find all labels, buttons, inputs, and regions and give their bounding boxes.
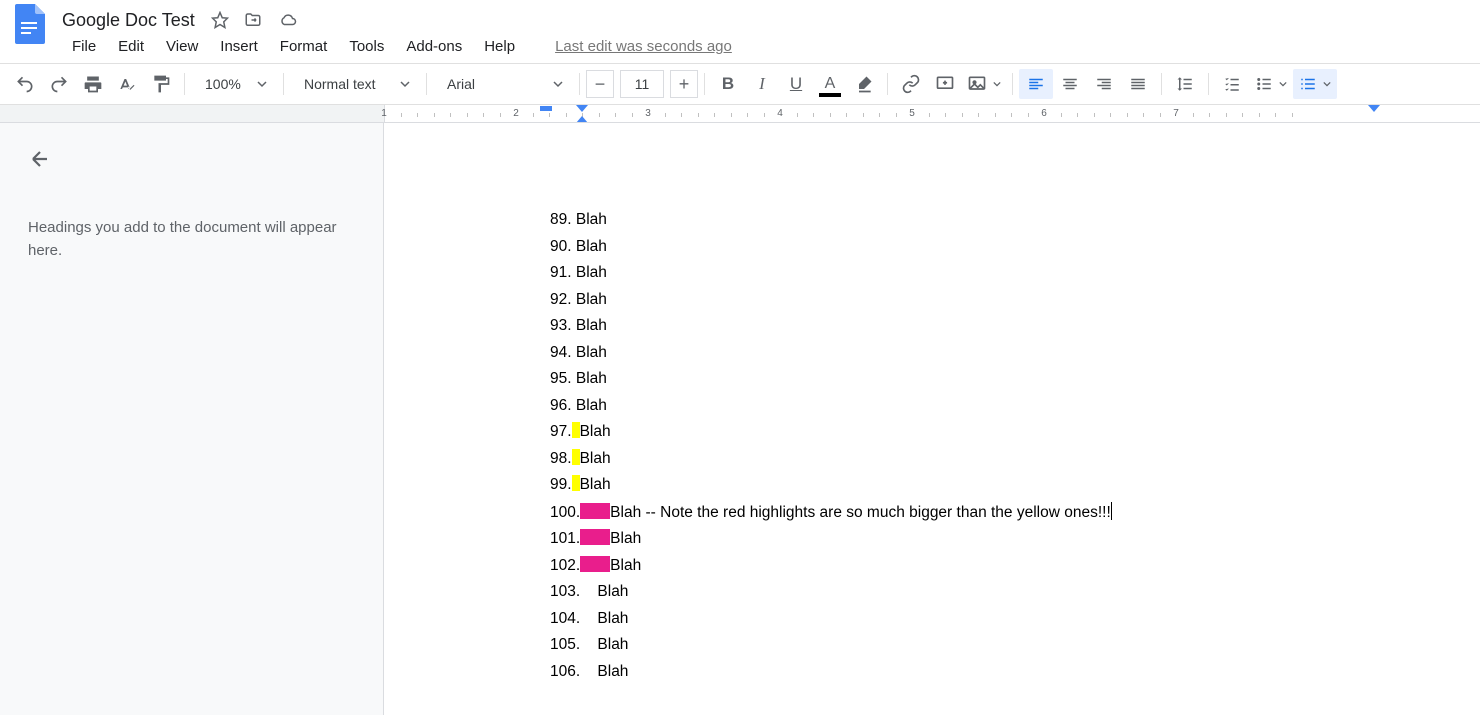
document-line[interactable]: 93. Blah — [550, 313, 1480, 340]
align-right-button[interactable] — [1087, 69, 1121, 99]
print-button[interactable] — [76, 69, 110, 99]
highlight-yellow — [572, 422, 580, 438]
paragraph-style-value: Normal text — [304, 76, 376, 92]
document-line[interactable]: 102.Blah — [550, 553, 1480, 580]
zoom-select[interactable]: 100% — [191, 69, 277, 99]
chevron-down-icon — [993, 80, 1001, 88]
document-line[interactable]: 100.Blah -- Note the red highlights are … — [550, 499, 1480, 527]
font-value: Arial — [447, 76, 475, 92]
font-select[interactable]: Arial — [433, 69, 573, 99]
ruler-number: 1 — [381, 108, 387, 119]
chevron-down-icon — [257, 79, 267, 89]
highlight-red — [580, 556, 610, 572]
italic-button[interactable]: I — [745, 69, 779, 99]
document-line[interactable]: 106. Blah — [550, 659, 1480, 686]
last-edit-link[interactable]: Last edit was seconds ago — [555, 38, 732, 55]
highlight-color-button[interactable] — [847, 69, 881, 99]
document-line[interactable]: 95. Blah — [550, 366, 1480, 393]
menu-help[interactable]: Help — [484, 38, 515, 55]
outline-pane: Headings you add to the document will ap… — [0, 123, 384, 715]
document-line[interactable]: 98.Blah — [550, 446, 1480, 473]
cloud-status-icon[interactable] — [277, 11, 299, 29]
text-cursor — [1111, 502, 1112, 520]
document-line[interactable]: 97.Blah — [550, 419, 1480, 446]
align-left-button[interactable] — [1019, 69, 1053, 99]
highlight-yellow — [572, 475, 580, 491]
outline-back-button[interactable] — [28, 147, 355, 176]
chevron-down-icon — [1279, 80, 1287, 88]
document-canvas[interactable]: 89. Blah90. Blah91. Blah92. Blah93. Blah… — [384, 123, 1480, 715]
font-size-increase[interactable]: + — [670, 70, 698, 98]
chevron-down-icon — [1323, 80, 1331, 88]
insert-link-button[interactable] — [894, 69, 928, 99]
underline-button[interactable]: U — [779, 69, 813, 99]
highlight-red — [580, 503, 610, 519]
right-indent-marker[interactable] — [1368, 105, 1380, 112]
highlight-yellow — [572, 449, 580, 465]
ruler-number: 5 — [909, 108, 915, 119]
move-folder-icon[interactable] — [243, 11, 263, 29]
document-line[interactable]: 89. Blah — [550, 207, 1480, 234]
chevron-down-icon — [400, 79, 410, 89]
line-spacing-button[interactable] — [1168, 69, 1202, 99]
font-size-input[interactable] — [620, 70, 664, 98]
ruler-number: 3 — [645, 108, 651, 119]
first-line-indent-marker[interactable] — [540, 106, 552, 111]
menu-format[interactable]: Format — [280, 38, 328, 55]
star-icon[interactable] — [211, 11, 229, 29]
menu-bar: File Edit View Insert Format Tools Add-o… — [0, 34, 1480, 63]
highlight-red — [580, 529, 610, 545]
ruler-number: 2 — [513, 108, 519, 119]
numbered-list-button[interactable] — [1293, 69, 1337, 99]
document-line[interactable]: 99.Blah — [550, 472, 1480, 499]
document-line[interactable]: 91. Blah — [550, 260, 1480, 287]
document-line[interactable]: 103. Blah — [550, 579, 1480, 606]
horizontal-ruler[interactable]: 1 2 3 4 5 6 7 — [0, 105, 1480, 123]
menu-tools[interactable]: Tools — [349, 38, 384, 55]
title-bar: Google Doc Test — [0, 0, 1480, 34]
align-justify-button[interactable] — [1121, 69, 1155, 99]
paint-format-button[interactable] — [144, 69, 178, 99]
menu-addons[interactable]: Add-ons — [406, 38, 462, 55]
document-line[interactable]: 92. Blah — [550, 287, 1480, 314]
insert-image-button[interactable] — [962, 69, 1006, 99]
menu-view[interactable]: View — [166, 38, 198, 55]
spellcheck-button[interactable] — [110, 69, 144, 99]
checklist-button[interactable] — [1215, 69, 1249, 99]
document-title[interactable]: Google Doc Test — [56, 8, 201, 33]
zoom-value: 100% — [205, 76, 241, 92]
document-line[interactable]: 104. Blah — [550, 606, 1480, 633]
hanging-indent-marker[interactable] — [576, 116, 588, 123]
redo-button[interactable] — [42, 69, 76, 99]
ruler-number: 7 — [1173, 108, 1179, 119]
document-line[interactable]: 105. Blah — [550, 632, 1480, 659]
ruler-number: 6 — [1041, 108, 1047, 119]
bulleted-list-button[interactable] — [1249, 69, 1293, 99]
outline-empty-hint: Headings you add to the document will ap… — [28, 216, 348, 263]
menu-file[interactable]: File — [72, 38, 96, 55]
menu-edit[interactable]: Edit — [118, 38, 144, 55]
chevron-down-icon — [553, 79, 563, 89]
toolbar: 100% Normal text Arial − + B I U A — [0, 63, 1480, 105]
paragraph-style-select[interactable]: Normal text — [290, 69, 420, 99]
left-indent-marker[interactable] — [576, 105, 588, 112]
ruler-number: 4 — [777, 108, 783, 119]
text-color-button[interactable]: A — [813, 69, 847, 99]
document-line[interactable]: 90. Blah — [550, 234, 1480, 261]
menu-insert[interactable]: Insert — [220, 38, 258, 55]
add-comment-button[interactable] — [928, 69, 962, 99]
document-line[interactable]: 94. Blah — [550, 340, 1480, 367]
document-line[interactable]: 96. Blah — [550, 393, 1480, 420]
align-center-button[interactable] — [1053, 69, 1087, 99]
docs-logo-icon[interactable] — [8, 2, 52, 46]
bold-button[interactable]: B — [711, 69, 745, 99]
font-size-decrease[interactable]: − — [586, 70, 614, 98]
undo-button[interactable] — [8, 69, 42, 99]
document-line[interactable]: 101.Blah — [550, 526, 1480, 553]
